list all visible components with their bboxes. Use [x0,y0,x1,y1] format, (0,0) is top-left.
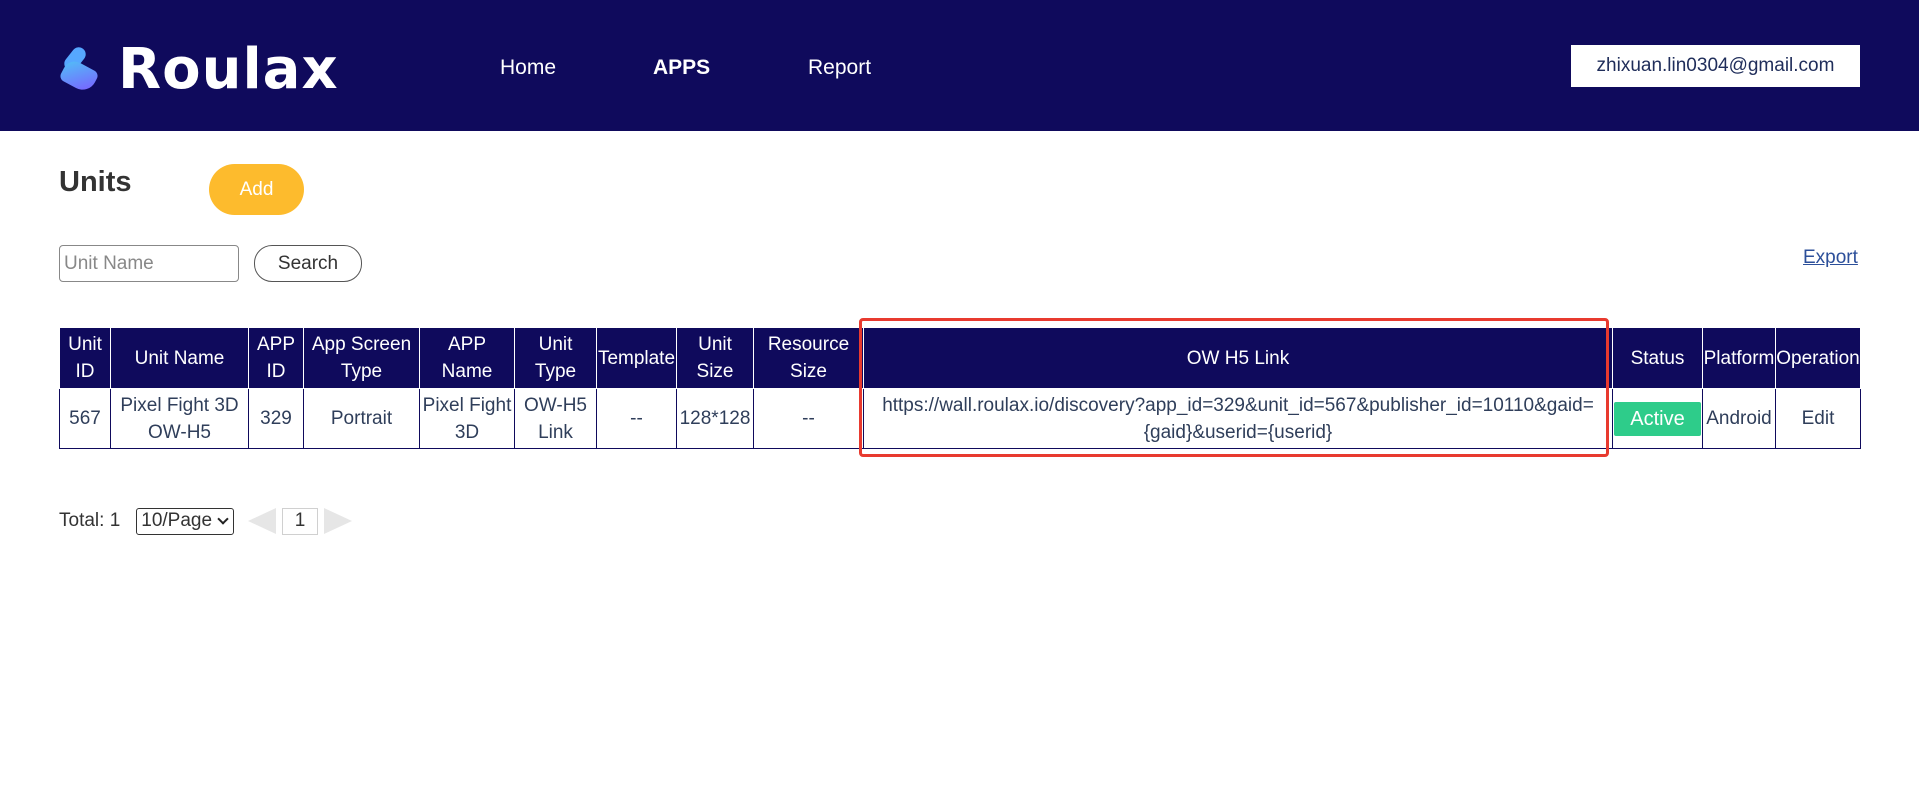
table-header-row: Unit ID Unit Name APP ID App Screen Type AP… [59,327,1861,389]
cell-unit-id: 567 [59,388,111,449]
chevron-down-icon [217,513,229,525]
nav-apps[interactable]: APPS [653,56,710,80]
cell-resource-size: -- [753,388,864,449]
cell-screen-type: Portrait [303,388,420,449]
col-header-app-screen-type: App Screen Type [303,327,420,389]
prev-page-icon[interactable] [248,508,277,534]
page-title: Units [59,166,132,198]
total-count: Total: 1 [59,510,121,531]
table-row: 567 Pixel Fight 3D OW-H5 329 Portrait Pix… [59,388,1861,449]
cell-unit-name: Pixel Fight 3D OW-H5 [110,388,249,449]
top-nav-bar: Roulax Home APPS Report zhixuan.lin0304@… [0,0,1919,131]
cell-status: Active [1612,388,1703,449]
cell-app-name: Pixel Fight 3D [419,388,515,449]
edit-button[interactable]: Edit [1802,408,1835,429]
nav-report[interactable]: Report [808,56,871,80]
col-header-app-name: APP Name [419,327,515,389]
page-size-select[interactable]: 10/Page [136,507,235,535]
export-link[interactable]: Export [1803,247,1858,269]
pagination: Total: 1 10/Page 1 [59,507,353,535]
nav-home[interactable]: Home [500,56,556,80]
col-header-app-id: APP ID [248,327,304,389]
cell-unit-type: OW-H5 Link [514,388,597,449]
user-account-button[interactable]: zhixuan.lin0304@gmail.com [1571,45,1860,87]
units-table: Unit ID Unit Name APP ID App Screen Type AP… [59,327,1861,449]
status-badge: Active [1614,401,1701,436]
col-header-operation: Operation [1775,327,1861,389]
roulax-logo-icon [58,42,102,98]
cell-platform: Android [1702,388,1776,449]
page-number[interactable]: 1 [282,507,319,535]
next-page-icon[interactable] [324,508,353,534]
col-header-resource-size: Resource Size [753,327,864,389]
col-header-unit-name: Unit Name [110,327,249,389]
cell-unit-size: 128*128 [676,388,754,449]
col-header-unit-id: Unit ID [59,327,111,389]
brand-name: Roulax [118,37,339,102]
col-header-status: Status [1612,327,1703,389]
col-header-template: Template [596,327,677,389]
page-size-value: 10/Page [141,510,213,531]
cell-template: -- [596,388,677,449]
search-button[interactable]: Search [254,245,362,282]
cell-ow-h5-link[interactable]: https://wall.roulax.io/discovery?app_id=… [863,388,1613,449]
cell-app-id: 329 [248,388,304,449]
cell-operation: Edit [1775,388,1861,449]
col-header-platform: Platform [1702,327,1776,389]
add-unit-button[interactable]: Add [209,164,304,215]
brand-logo[interactable]: Roulax [58,40,339,100]
unit-name-search-input[interactable] [59,245,239,282]
col-header-unit-size: Unit Size [676,327,754,389]
col-header-unit-type: Unit Type [514,327,597,389]
col-header-ow-h5-link: OW H5 Link [863,327,1613,389]
